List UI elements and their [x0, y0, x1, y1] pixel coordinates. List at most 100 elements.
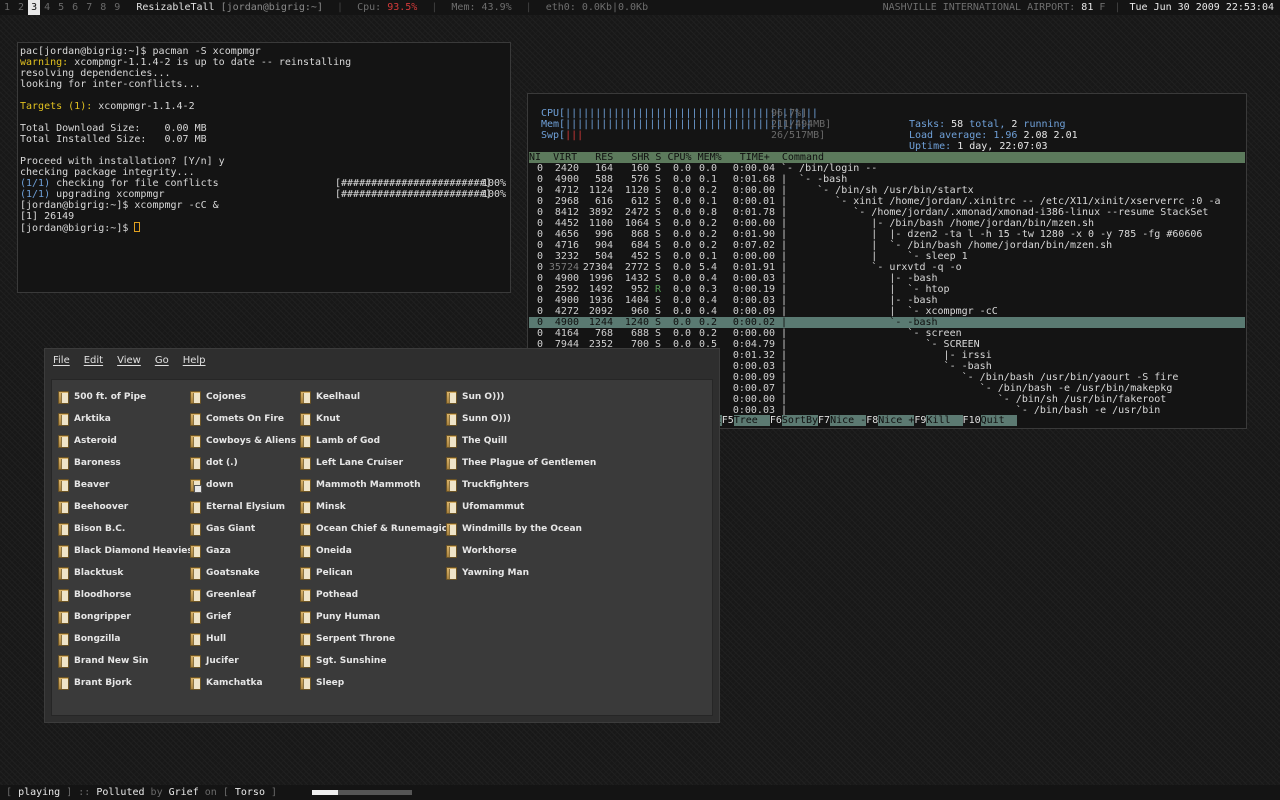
folder-item[interactable]: Bison B.C.	[58, 518, 193, 540]
folder-item[interactable]: Oneida	[300, 540, 453, 562]
file-manager-window[interactable]: File Edit View Go Help 500 ft. of Pipe Arktik…	[44, 348, 720, 723]
folder-item[interactable]: Eternal Elysium	[190, 496, 296, 518]
folder-item[interactable]: Greenleaf	[190, 584, 296, 606]
menu-edit[interactable]: Edit	[84, 355, 103, 366]
folder-item[interactable]: Knut	[300, 408, 453, 430]
folder-item[interactable]: Hull	[190, 628, 296, 650]
workspace-9[interactable]: 9	[110, 0, 124, 15]
terminal-input-line[interactable]: [jordan@bigrig:~]$	[20, 222, 508, 234]
folder-item[interactable]: Windmills by the Ocean	[446, 518, 596, 540]
folder-item[interactable]: Serpent Throne	[300, 628, 453, 650]
folder-item[interactable]: Jucifer	[190, 650, 296, 672]
folder-item[interactable]: Yawning Man	[446, 562, 596, 584]
folder-item[interactable]: Keelhaul	[300, 386, 453, 408]
folder-item[interactable]: Sun O)))	[446, 386, 596, 408]
folder-item[interactable]: down	[190, 474, 296, 496]
fkey-f8[interactable]: F8	[866, 415, 878, 426]
process-table-header[interactable]: NI VIRT RES SHR S CPU% MEM% TIME+ Comman…	[529, 152, 1245, 163]
process-row[interactable]: 0 4900 1936 1404 S 0.0 0.4 0:00.03 | |- -bash	[529, 295, 1245, 306]
folder-item[interactable]: Bloodhorse	[58, 584, 193, 606]
folder-item[interactable]: 500 ft. of Pipe	[58, 386, 193, 408]
folder-item[interactable]: Minsk	[300, 496, 453, 518]
folder-item[interactable]: Sgt. Sunshine	[300, 650, 453, 672]
folder-item[interactable]: Brant Bjork	[58, 672, 193, 694]
folder-item[interactable]: Gas Giant	[190, 518, 296, 540]
folder-item[interactable]: Gaza	[190, 540, 296, 562]
fkey-label[interactable]: SortBy	[781, 415, 819, 426]
process-row[interactable]: 0 3232 504 452 S 0.0 0.1 0:00.00 | | `- sleep 1	[529, 251, 1245, 262]
folder-item[interactable]: Goatsnake	[190, 562, 296, 584]
workspace-7[interactable]: 7	[82, 0, 96, 15]
workspace-4[interactable]: 4	[40, 0, 54, 15]
folder-item[interactable]: Beehoover	[58, 496, 193, 518]
process-row[interactable]: 0 2968 616 612 S 0.0 0.1 0:00.01 | `- xinit /hom…	[529, 196, 1245, 207]
process-row[interactable]: 0 2592 1492 952 R 0.0 0.3 0:00.19 | | `- htop	[529, 284, 1245, 295]
folder-item[interactable]: The Quill	[446, 430, 596, 452]
process-row[interactable]: 0 4712 1124 1120 S 0.0 0.2 0:00.00 | `- /bin/sh …	[529, 185, 1245, 196]
folder-item[interactable]: Thee Plague of Gentlemen	[446, 452, 596, 474]
process-shr: 1120	[624, 185, 649, 196]
fkey-f10[interactable]: F10	[963, 415, 981, 426]
fkey-label[interactable]: Quit	[980, 415, 1017, 426]
folder-item[interactable]: Pelican	[300, 562, 453, 584]
folder-item[interactable]: Blacktusk	[58, 562, 193, 584]
terminal-window[interactable]: pac[jordan@bigrig:~]$ pacman -S xcompmgr…	[17, 42, 511, 293]
process-row[interactable]: 0 35724 27304 2772 S 0.0 5.4 0:01.91 | `- urxvtd…	[529, 262, 1245, 273]
folder-item[interactable]: Bongzilla	[58, 628, 193, 650]
folder-item[interactable]: Grief	[190, 606, 296, 628]
fkey-label[interactable]: Nice -	[830, 415, 867, 426]
process-row[interactable]: 0 8412 3892 2472 S 0.0 0.8 0:01.78 | `- /home/jo…	[529, 207, 1245, 218]
menu-go[interactable]: Go	[155, 355, 169, 366]
process-row[interactable]: 0 4164 768 688 S 0.0 0.2 0:00.00 | `- screen	[529, 328, 1245, 339]
folder-item[interactable]: Black Diamond Heavies	[58, 540, 193, 562]
folder-item[interactable]: Comets On Fire	[190, 408, 296, 430]
fkey-f5[interactable]: F5	[722, 415, 734, 426]
folder-item[interactable]: Sleep	[300, 672, 453, 694]
folder-item[interactable]: Left Lane Cruiser	[300, 452, 453, 474]
folder-item[interactable]: Workhorse	[446, 540, 596, 562]
fkey-label[interactable]: Nice +	[878, 415, 915, 426]
folder-item[interactable]: Lamb of God	[300, 430, 453, 452]
folder-item[interactable]: Ocean Chief & Runemagick	[300, 518, 453, 540]
menu-file[interactable]: File	[53, 355, 70, 366]
folder-item[interactable]: Kamchatka	[190, 672, 296, 694]
fkey-label[interactable]: Kill	[926, 415, 963, 426]
workspace-2[interactable]: 2	[14, 0, 28, 15]
folder-item[interactable]: Mammoth Mammoth	[300, 474, 453, 496]
fkey-f7[interactable]: F7	[818, 415, 830, 426]
folder-item[interactable]: Puny Human	[300, 606, 453, 628]
menu-help[interactable]: Help	[183, 355, 206, 366]
folder-item[interactable]: Beaver	[58, 474, 193, 496]
fkey-f9[interactable]: F9	[914, 415, 926, 426]
folder-item[interactable]: dot (.)	[190, 452, 296, 474]
workspace-1[interactable]: 1	[0, 0, 14, 15]
folder-item[interactable]: Arktika	[58, 408, 193, 430]
folder-item[interactable]: Pothead	[300, 584, 453, 606]
process-row[interactable]: 0 4900 1996 1432 S 0.0 0.4 0:00.03 | |- -bash	[529, 273, 1245, 284]
folder-item[interactable]: Asteroid	[58, 430, 193, 452]
process-row[interactable]: 0 4900 588 576 S 0.0 0.1 0:01.68 | `- -bash	[529, 174, 1245, 185]
folder-item[interactable]: Cowboys & Aliens	[190, 430, 296, 452]
process-row[interactable]: 0 4272 2092 960 S 0.0 0.4 0:00.09 | | `- xcompmg…	[529, 306, 1245, 317]
fkey-label[interactable]: Tree	[733, 415, 770, 426]
folder-item[interactable]: Cojones	[190, 386, 296, 408]
workspace-3[interactable]: 3	[28, 0, 41, 15]
process-row[interactable]: 0 4656 996 868 S 0.0 0.2 0:01.90 | | |- dzen2 -t…	[529, 229, 1245, 240]
workspace-6[interactable]: 6	[68, 0, 82, 15]
file-icon-area[interactable]: 500 ft. of Pipe Arktika Asteroid Baroness Be…	[51, 379, 713, 716]
folder-item[interactable]: Bongripper	[58, 606, 193, 628]
folder-item[interactable]: Ufomammut	[446, 496, 596, 518]
folder-item[interactable]: Sunn O)))	[446, 408, 596, 430]
folder-item[interactable]: Brand New Sin	[58, 650, 193, 672]
process-row[interactable]: 0 2420 164 160 S 0.0 0.0 0:00.04 `- /bin/login -…	[529, 163, 1245, 174]
workspace-8[interactable]: 8	[96, 0, 110, 15]
process-row[interactable]: 0 4452 1100 1064 S 0.0 0.2 0:00.00 | |- /bin/bas…	[529, 218, 1245, 229]
process-mem: 0.0	[698, 163, 717, 174]
workspace-5[interactable]: 5	[54, 0, 68, 15]
folder-item[interactable]: Truckfighters	[446, 474, 596, 496]
menu-view[interactable]: View	[117, 355, 141, 366]
process-row[interactable]: 0 4716 904 684 S 0.0 0.2 0:07.02 | | `- /bin/bas…	[529, 240, 1245, 251]
process-row[interactable]: 0 4900 1244 1240 S 0.0 0.2 0:00.02 | `- -bash	[529, 317, 1245, 328]
fkey-f6[interactable]: F6	[770, 415, 782, 426]
folder-item[interactable]: Baroness	[58, 452, 193, 474]
